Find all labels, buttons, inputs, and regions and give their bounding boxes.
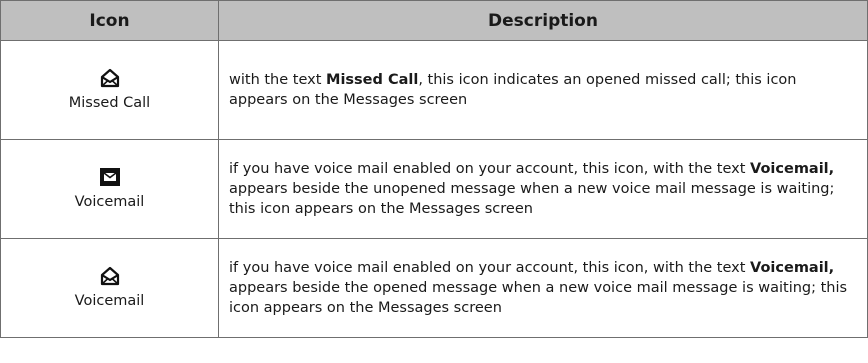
column-header-description: Description: [218, 0, 868, 41]
icon-cell: Voicemail: [0, 139, 219, 239]
table-row: Voicemail if you have voice mail enabled…: [0, 139, 868, 239]
icon-label: Voicemail: [74, 293, 145, 309]
column-header-icon: Icon: [0, 0, 219, 41]
description-text: if you have voice mail enabled on your a…: [229, 161, 751, 177]
envelope-unopened-icon: [99, 168, 120, 186]
table-row: Missed Call with the text Missed Call, t…: [0, 40, 868, 140]
icon-label: Voicemail: [74, 194, 145, 210]
icon-cell: Missed Call: [0, 40, 219, 140]
description-bold-term: Missed Call: [326, 72, 419, 88]
description-cell: if you have voice mail enabled on your a…: [218, 139, 868, 239]
icon-cell: Voicemail: [0, 238, 219, 338]
description-text: with the text: [229, 72, 327, 88]
description-bold-term: Voicemail,: [750, 161, 835, 177]
table-header-row: Icon Description: [0, 0, 868, 41]
description-bold-term: Voicemail,: [750, 260, 835, 276]
table-row: Voicemail if you have voice mail enabled…: [0, 238, 868, 338]
envelope-opened-icon: [100, 68, 119, 88]
envelope-opened-icon: [100, 266, 119, 286]
description-cell: if you have voice mail enabled on your a…: [218, 238, 868, 338]
icon-label: Missed Call: [68, 95, 151, 111]
description-text: appears beside the opened message when a…: [229, 280, 848, 316]
description-text: if you have voice mail enabled on your a…: [229, 260, 751, 276]
description-text: appears beside the unopened message when…: [229, 181, 835, 217]
description-cell: with the text Missed Call, this icon ind…: [218, 40, 868, 140]
icon-description-table: Icon Description Missed Call with the te…: [0, 0, 868, 338]
